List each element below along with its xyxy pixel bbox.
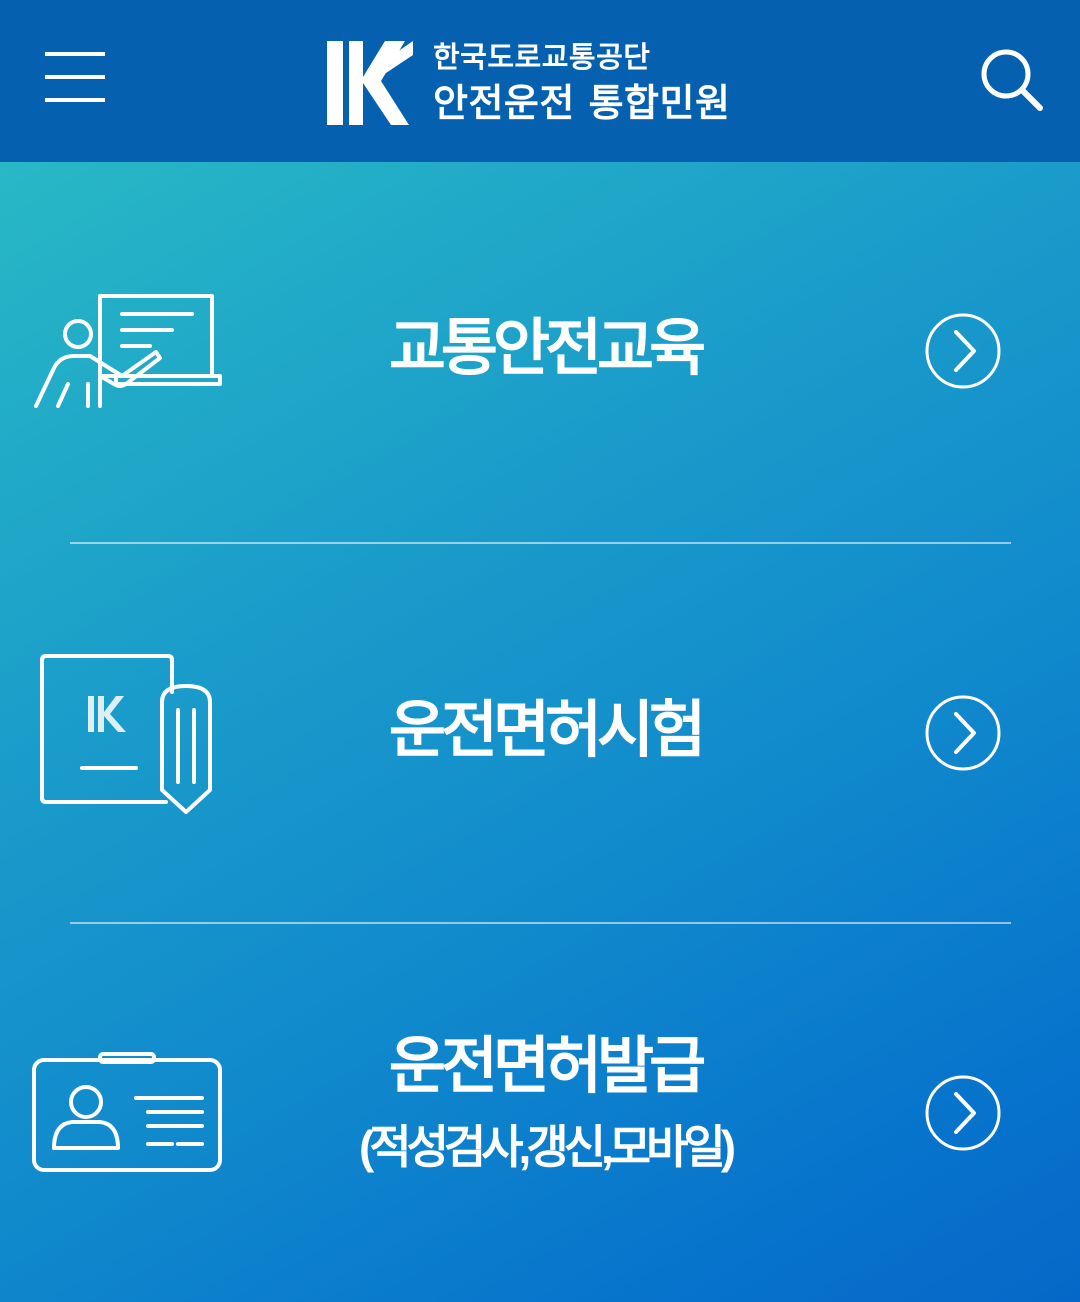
- logo-subtitle: 한국도로교통공단: [433, 39, 651, 74]
- menu-item-sublabel: (적성검사,갱신,모바일): [358, 1121, 736, 1173]
- main-menu: 교통안전교육 운전면허시험 운전면허발급 (적성검사,갱신,모바일): [0, 162, 1080, 1302]
- menu-item-traffic-safety-education[interactable]: 교통안전교육: [0, 162, 1080, 542]
- logo-title: 안전운전 통합민원: [433, 80, 731, 125]
- menu-item-label: 운전면허발급: [388, 1032, 706, 1101]
- menu-item-driver-license-issuance[interactable]: 운전면허발급 (적성검사,갱신,모바일): [0, 924, 1080, 1302]
- menu-button[interactable]: [40, 44, 110, 110]
- koroad-logo-icon: [327, 41, 413, 125]
- teacher-board-icon: [34, 294, 222, 408]
- license-card-icon: [32, 1052, 222, 1172]
- search-button[interactable]: [976, 44, 1046, 114]
- chevron-right-icon[interactable]: [924, 1074, 1002, 1152]
- menu-item-label: 운전면허시험: [388, 696, 706, 765]
- logo[interactable]: 한국도로교통공단 안전운전 통합민원: [325, 34, 730, 130]
- search-icon: [981, 49, 1043, 111]
- menu-item-driver-license-exam[interactable]: 운전면허시험: [0, 544, 1080, 922]
- menu-item-label: 교통안전교육: [388, 314, 706, 383]
- exam-pencil-icon: [40, 654, 212, 814]
- hamburger-icon: [45, 52, 105, 102]
- chevron-right-icon[interactable]: [924, 694, 1002, 772]
- app-header: 한국도로교통공단 안전운전 통합민원: [0, 0, 1080, 162]
- chevron-right-icon[interactable]: [924, 312, 1002, 390]
